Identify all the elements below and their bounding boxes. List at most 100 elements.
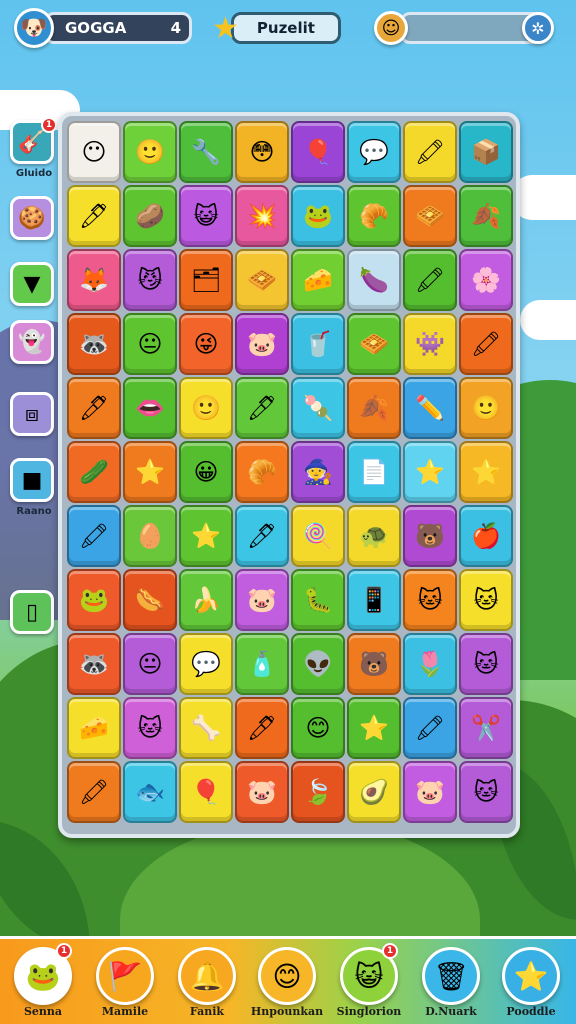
flag-icon[interactable]: 🚩 (96, 947, 154, 1005)
tile-r7-c6[interactable]: 🐱 (403, 569, 457, 631)
tile-r9-c3[interactable]: 🖊 (235, 697, 289, 759)
tile-r9-c6[interactable]: 🖍 (403, 697, 457, 759)
tile-r0-c2[interactable]: 🔧 (179, 121, 233, 183)
tile-r6-c0[interactable]: 🖍 (67, 505, 121, 567)
tile-r4-c3[interactable]: 🖊 (235, 377, 289, 439)
tile-r6-c5[interactable]: 🐢 (347, 505, 401, 567)
tile-r3-c2[interactable]: 😜 (179, 313, 233, 375)
tile-r8-c4[interactable]: 👽 (291, 633, 345, 695)
tile-r4-c1[interactable]: 👄 (123, 377, 177, 439)
tile-r4-c0[interactable]: 🖊 (67, 377, 121, 439)
tile-r2-c6[interactable]: 🖍 (403, 249, 457, 311)
tile-r6-c4[interactable]: 🍭 (291, 505, 345, 567)
tile-r1-c1[interactable]: 🥔 (123, 185, 177, 247)
nav-item-pooddle[interactable]: ⭐ Pooddle (500, 947, 562, 1024)
tile-r10-c5[interactable]: 🥑 (347, 761, 401, 823)
tile-r7-c4[interactable]: 🐛 (291, 569, 345, 631)
tile-r8-c0[interactable]: 🦝 (67, 633, 121, 695)
tile-r2-c4[interactable]: 🧀 (291, 249, 345, 311)
side-item-square[interactable]: ■ (10, 458, 54, 502)
tile-r6-c1[interactable]: 🥚 (123, 505, 177, 567)
tile-r8-c3[interactable]: 🧴 (235, 633, 289, 695)
tile-r7-c2[interactable]: 🍌 (179, 569, 233, 631)
tile-r4-c4[interactable]: 🍡 (291, 377, 345, 439)
nav-item-senna[interactable]: 🐸 1 Senna (12, 943, 74, 1024)
tile-r1-c7[interactable]: 🍂 (459, 185, 513, 247)
tile-r5-c0[interactable]: 🥒 (67, 441, 121, 503)
nav-item-singlorion[interactable]: 😺 1 Singlorion (337, 943, 401, 1024)
gear-icon[interactable]: ✲ (522, 12, 554, 44)
tile-r10-c6[interactable]: 🐷 (403, 761, 457, 823)
tile-r6-c7[interactable]: 🍎 (459, 505, 513, 567)
tile-r9-c2[interactable]: 🦴 (179, 697, 233, 759)
tile-r8-c5[interactable]: 🐻 (347, 633, 401, 695)
smiley-icon[interactable]: 😊 (258, 947, 316, 1005)
tile-r0-c6[interactable]: 🖍 (403, 121, 457, 183)
tile-r3-c6[interactable]: 👾 (403, 313, 457, 375)
side-item-frame[interactable]: ⧈ (10, 392, 54, 436)
tile-r10-c7[interactable]: 🐱 (459, 761, 513, 823)
tile-r0-c0[interactable]: 😶 (67, 121, 121, 183)
tile-r10-c3[interactable]: 🐷 (235, 761, 289, 823)
side-item-triangle[interactable]: ▼ (10, 262, 54, 306)
tile-r0-c1[interactable]: 🙂 (123, 121, 177, 183)
tile-r3-c5[interactable]: 🧇 (347, 313, 401, 375)
tile-r5-c2[interactable]: 😀 (179, 441, 233, 503)
tile-r4-c2[interactable]: 🙂 (179, 377, 233, 439)
nav-item-mamile[interactable]: 🚩 Mamile (94, 947, 156, 1024)
tile-r3-c0[interactable]: 🦝 (67, 313, 121, 375)
tile-r6-c3[interactable]: 🖊 (235, 505, 289, 567)
tile-r7-c0[interactable]: 🐸 (67, 569, 121, 631)
tile-r3-c3[interactable]: 🐷 (235, 313, 289, 375)
tile-r10-c4[interactable]: 🍃 (291, 761, 345, 823)
tile-r8-c2[interactable]: 💬 (179, 633, 233, 695)
tile-r10-c1[interactable]: 🐟 (123, 761, 177, 823)
bell-icon[interactable]: 🔔 (178, 947, 236, 1005)
tile-r1-c5[interactable]: 🥐 (347, 185, 401, 247)
tile-r7-c7[interactable]: 🐱 (459, 569, 513, 631)
tile-r5-c6[interactable]: ⭐ (403, 441, 457, 503)
tile-r8-c7[interactable]: 🐱 (459, 633, 513, 695)
tile-r10-c2[interactable]: 🎈 (179, 761, 233, 823)
tile-r0-c3[interactable]: 😳 (235, 121, 289, 183)
tile-r9-c0[interactable]: 🧀 (67, 697, 121, 759)
dog-avatar-icon[interactable]: 🐶 (14, 8, 54, 48)
tile-r5-c1[interactable]: ⭐ (123, 441, 177, 503)
tile-r6-c6[interactable]: 🐻 (403, 505, 457, 567)
tile-r9-c1[interactable]: 🐱 (123, 697, 177, 759)
nav-item-hnpounkan[interactable]: 😊 Hnpounkan (251, 947, 323, 1024)
tile-r3-c7[interactable]: 🖍 (459, 313, 513, 375)
profile-panel[interactable]: 🐶 GOGGA 4 (14, 8, 192, 48)
tile-r5-c7[interactable]: ⭐ (459, 441, 513, 503)
tile-r1-c2[interactable]: 😺 (179, 185, 233, 247)
side-item-phone[interactable]: ▯ (10, 590, 54, 634)
tile-r1-c6[interactable]: 🧇 (403, 185, 457, 247)
tile-r2-c5[interactable]: 🍆 (347, 249, 401, 311)
tile-r9-c5[interactable]: ⭐ (347, 697, 401, 759)
tile-r4-c5[interactable]: 🍂 (347, 377, 401, 439)
tile-r5-c5[interactable]: 📄 (347, 441, 401, 503)
tile-r2-c3[interactable]: 🧇 (235, 249, 289, 311)
tile-r3-c4[interactable]: 🥤 (291, 313, 345, 375)
tile-r2-c1[interactable]: 😼 (123, 249, 177, 311)
tile-r8-c6[interactable]: 🌷 (403, 633, 457, 695)
tile-r5-c3[interactable]: 🥐 (235, 441, 289, 503)
tile-r2-c7[interactable]: 🌸 (459, 249, 513, 311)
tile-r1-c3[interactable]: 💥 (235, 185, 289, 247)
tile-r9-c4[interactable]: 😊 (291, 697, 345, 759)
tile-r1-c0[interactable]: 🖊 (67, 185, 121, 247)
side-item-guitar[interactable]: 🎸 1 (10, 117, 57, 164)
tile-r0-c5[interactable]: 💬 (347, 121, 401, 183)
tile-r4-c6[interactable]: ✏️ (403, 377, 457, 439)
tile-r2-c0[interactable]: 🦊 (67, 249, 121, 311)
tile-r4-c7[interactable]: 🙂 (459, 377, 513, 439)
trash-can-icon[interactable]: 🗑 (422, 947, 480, 1005)
tile-r3-c1[interactable]: 😐 (123, 313, 177, 375)
star-icon[interactable]: ⭐ (502, 947, 560, 1005)
tile-r6-c2[interactable]: ⭐ (179, 505, 233, 567)
tile-r8-c1[interactable]: 😐 (123, 633, 177, 695)
tile-r7-c5[interactable]: 📱 (347, 569, 401, 631)
side-item-ghost[interactable]: 👻 (10, 320, 54, 364)
tile-r7-c1[interactable]: 🌭 (123, 569, 177, 631)
tile-r7-c3[interactable]: 🐷 (235, 569, 289, 631)
